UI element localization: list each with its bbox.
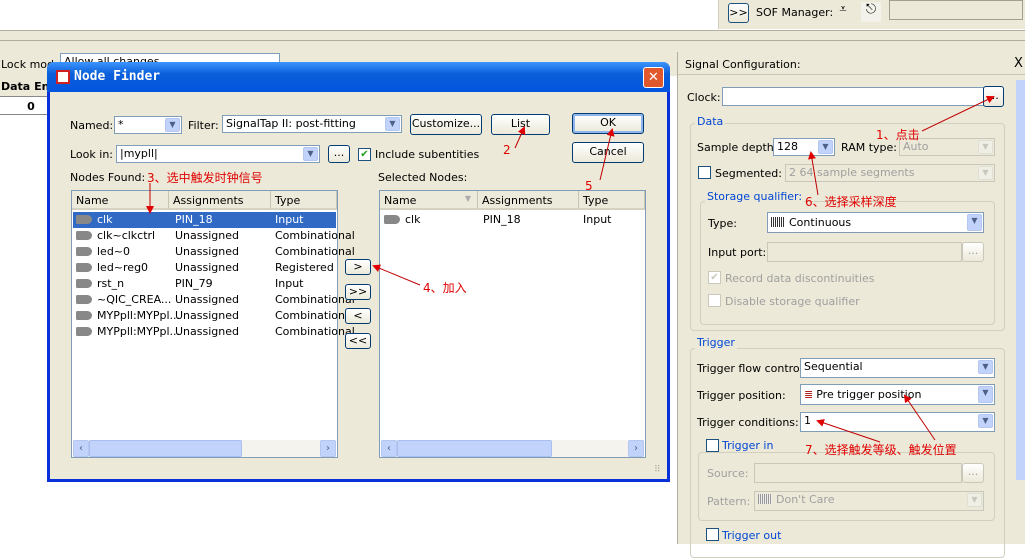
annotation-arrows xyxy=(146,95,995,443)
arrow-7b xyxy=(903,394,936,441)
annotation-3: 3、选中触发时钟信号 xyxy=(147,171,263,185)
annotation-2: 2 xyxy=(503,143,511,157)
annotation-6: 6、选择采样深度 xyxy=(805,195,897,209)
annotation-7: 7、选择触发等级、触发位置 xyxy=(805,443,957,457)
arrow-1 xyxy=(921,95,995,132)
arrow-6 xyxy=(808,151,819,196)
annotation-4: 4、加入 xyxy=(423,281,467,295)
annotation-5: 5 xyxy=(585,179,593,193)
arrow-7a xyxy=(816,419,881,443)
arrow-4 xyxy=(372,264,421,286)
annotation-1: 1、点击 xyxy=(876,128,920,142)
arrow-2 xyxy=(514,126,526,149)
arrow-5 xyxy=(599,128,615,181)
